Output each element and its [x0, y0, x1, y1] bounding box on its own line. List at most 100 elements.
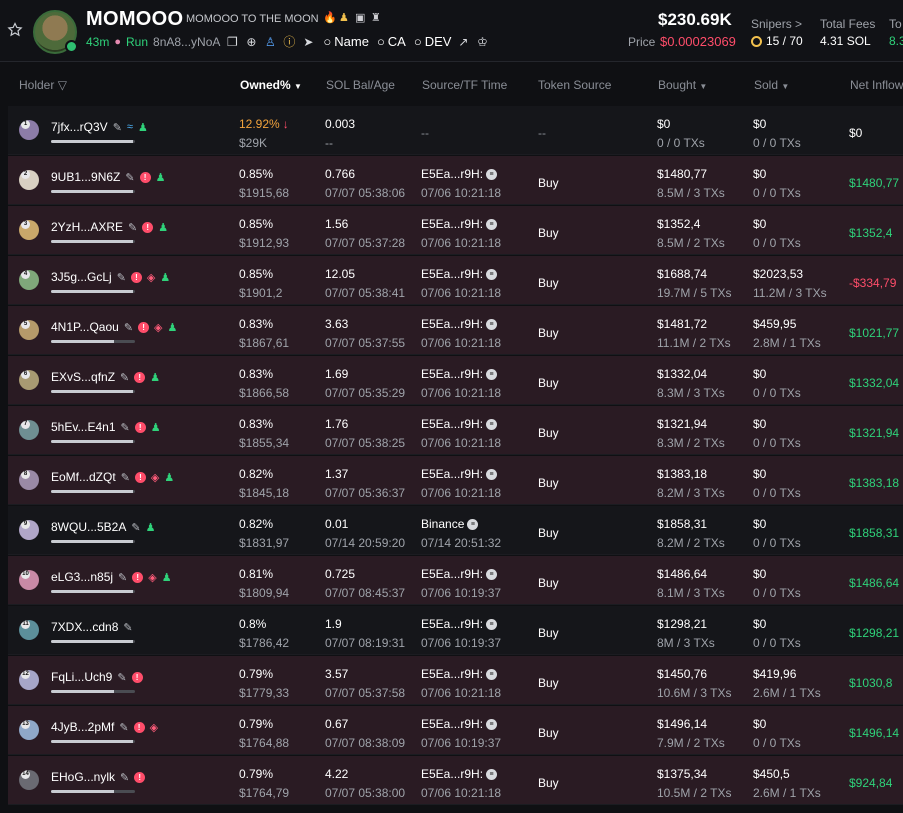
- holder-address[interactable]: EoMf...dZQt: [51, 470, 116, 484]
- avatar[interactable]: 8: [19, 470, 39, 490]
- edit-icon[interactable]: ✎: [120, 371, 129, 384]
- holder-cell[interactable]: 5hEv...E4n1 ✎! ♟: [51, 420, 161, 434]
- holder-address[interactable]: 2YzH...AXRE: [51, 220, 123, 234]
- holder-address[interactable]: 4JyB...2pMf: [51, 720, 114, 734]
- avatar[interactable]: 4: [19, 270, 39, 290]
- col-holder[interactable]: Holder ▽: [19, 78, 67, 92]
- edit-icon[interactable]: ✎: [118, 571, 127, 584]
- funding-source-label[interactable]: E5Ea...r9H:: [421, 217, 483, 231]
- edit-icon[interactable]: ✎: [120, 771, 129, 784]
- avatar[interactable]: 2: [19, 170, 39, 190]
- funding-source[interactable]: Binance ≡: [421, 517, 479, 531]
- avatar[interactable]: 12: [19, 670, 39, 690]
- search-ca-link[interactable]: ○ CA: [377, 34, 406, 49]
- source-info-icon[interactable]: ≡: [486, 318, 498, 330]
- holder-cell[interactable]: 3J5g...GcLj ✎! ◈ ♟: [51, 270, 170, 284]
- avatar[interactable]: 10: [19, 570, 39, 590]
- holder-address[interactable]: 9UB1...9N6Z: [51, 170, 120, 184]
- avatar[interactable]: 9: [19, 520, 39, 540]
- col-token-source[interactable]: Token Source: [538, 78, 611, 92]
- holder-cell[interactable]: EXvS...qfnZ ✎! ♟: [51, 370, 160, 384]
- source-info-icon[interactable]: ≡: [486, 368, 498, 380]
- external-link-icon[interactable]: ↗: [456, 35, 470, 49]
- search-dev-link[interactable]: ○ DEV: [414, 34, 452, 49]
- funding-source-label[interactable]: E5Ea...r9H:: [421, 167, 483, 181]
- col-net-inflow[interactable]: Net Inflow: [850, 78, 903, 92]
- avatar[interactable]: 7: [19, 420, 39, 440]
- funding-source-label[interactable]: E5Ea...r9H:: [421, 467, 483, 481]
- holder-address[interactable]: FqLi...Uch9: [51, 670, 112, 684]
- source-info-icon[interactable]: ≡: [486, 618, 498, 630]
- funding-source[interactable]: E5Ea...r9H: ≡: [421, 317, 498, 331]
- edit-icon[interactable]: ✎: [121, 421, 130, 434]
- edit-icon[interactable]: ✎: [131, 521, 140, 534]
- funding-source-label[interactable]: Binance: [421, 517, 464, 531]
- funding-source-label[interactable]: E5Ea...r9H:: [421, 367, 483, 381]
- holder-cell[interactable]: 4N1P...Qaou ✎! ◈ ♟: [51, 320, 177, 334]
- crown-icon[interactable]: ♔: [475, 35, 489, 49]
- avatar[interactable]: 13: [19, 720, 39, 740]
- col-bought[interactable]: Bought ▼: [658, 78, 707, 92]
- edit-icon[interactable]: ✎: [124, 321, 133, 334]
- funding-source-label[interactable]: E5Ea...r9H:: [421, 717, 483, 731]
- funding-source[interactable]: E5Ea...r9H: ≡: [421, 167, 498, 181]
- funding-source[interactable]: E5Ea...r9H: ≡: [421, 367, 498, 381]
- holder-cell[interactable]: 4JyB...2pMf ✎! ◈: [51, 720, 158, 734]
- holder-cell[interactable]: 9UB1...9N6Z ✎! ♟: [51, 170, 165, 184]
- funding-source[interactable]: E5Ea...r9H: ≡: [421, 717, 498, 731]
- funding-source[interactable]: E5Ea...r9H: ≡: [421, 667, 498, 681]
- avatar[interactable]: 11: [19, 620, 39, 640]
- edit-icon[interactable]: ✎: [128, 221, 137, 234]
- source-info-icon[interactable]: ≡: [486, 268, 498, 280]
- funding-source-label[interactable]: E5Ea...r9H:: [421, 767, 483, 781]
- holder-cell[interactable]: 7XDX...cdn8 ✎: [51, 620, 133, 634]
- funding-source[interactable]: E5Ea...r9H: ≡: [421, 267, 498, 281]
- funding-source[interactable]: E5Ea...r9H: ≡: [421, 467, 498, 481]
- holder-cell[interactable]: EHoG...nylk ✎!: [51, 770, 146, 784]
- holder-cell[interactable]: EoMf...dZQt ✎! ◈ ♟: [51, 470, 174, 484]
- source-info-icon[interactable]: ≡: [486, 418, 498, 430]
- funding-source[interactable]: E5Ea...r9H: ≡: [421, 767, 498, 781]
- source-info-icon[interactable]: ≡: [486, 568, 498, 580]
- holder-cell[interactable]: 8WQU...5B2A ✎ ♟: [51, 520, 155, 534]
- source-info-icon[interactable]: ≡: [486, 468, 498, 480]
- avatar[interactable]: 6: [19, 370, 39, 390]
- source-info-icon[interactable]: ≡: [486, 668, 498, 680]
- edit-icon[interactable]: ✎: [125, 171, 134, 184]
- funding-source-label[interactable]: E5Ea...r9H:: [421, 267, 483, 281]
- star-icon[interactable]: [7, 22, 23, 38]
- snipers-label[interactable]: Snipers >: [751, 17, 802, 31]
- col-sol-bal[interactable]: SOL Bal/Age: [326, 78, 395, 92]
- funding-source[interactable]: E5Ea...r9H: ≡: [421, 567, 498, 581]
- col-source[interactable]: Source/TF Time: [422, 78, 507, 92]
- avatar[interactable]: 3: [19, 220, 39, 240]
- holder-cell[interactable]: 2YzH...AXRE ✎! ♟: [51, 220, 168, 234]
- telegram-icon[interactable]: ➤: [301, 35, 315, 49]
- funding-source[interactable]: E5Ea...r9H: ≡: [421, 217, 498, 231]
- funding-source[interactable]: E5Ea...r9H: ≡: [421, 617, 498, 631]
- col-owned[interactable]: Owned% ▼: [240, 78, 302, 92]
- holder-address[interactable]: eLG3...n85j: [51, 570, 113, 584]
- funding-source-label[interactable]: E5Ea...r9H:: [421, 617, 483, 631]
- holder-address[interactable]: 4N1P...Qaou: [51, 320, 119, 334]
- holder-address[interactable]: 3J5g...GcLj: [51, 270, 112, 284]
- funding-source-label[interactable]: E5Ea...r9H:: [421, 667, 483, 681]
- avatar[interactable]: 5: [19, 320, 39, 340]
- globe-icon[interactable]: ⊕: [244, 35, 258, 49]
- holder-cell[interactable]: eLG3...n85j ✎! ◈ ♟: [51, 570, 172, 584]
- funding-source[interactable]: E5Ea...r9H: ≡: [421, 417, 498, 431]
- copy-icon[interactable]: ❐: [225, 35, 239, 49]
- holder-cell[interactable]: FqLi...Uch9 ✎!: [51, 670, 143, 684]
- holder-cell[interactable]: 7jfx...rQ3V ✎ ≈ ♟: [51, 120, 148, 134]
- contract-address[interactable]: 8nA8...yNoA: [153, 35, 220, 49]
- source-info-icon[interactable]: ≡: [486, 218, 498, 230]
- edit-icon[interactable]: ✎: [113, 121, 122, 134]
- holder-address[interactable]: 7XDX...cdn8: [51, 620, 118, 634]
- funding-source-label[interactable]: E5Ea...r9H:: [421, 317, 483, 331]
- avatar[interactable]: 1: [19, 120, 39, 140]
- source-info-icon[interactable]: ≡: [486, 768, 498, 780]
- edit-icon[interactable]: ✎: [121, 471, 130, 484]
- edit-icon[interactable]: ✎: [123, 621, 132, 634]
- holder-address[interactable]: 5hEv...E4n1: [51, 420, 116, 434]
- col-sold[interactable]: Sold ▼: [754, 78, 789, 92]
